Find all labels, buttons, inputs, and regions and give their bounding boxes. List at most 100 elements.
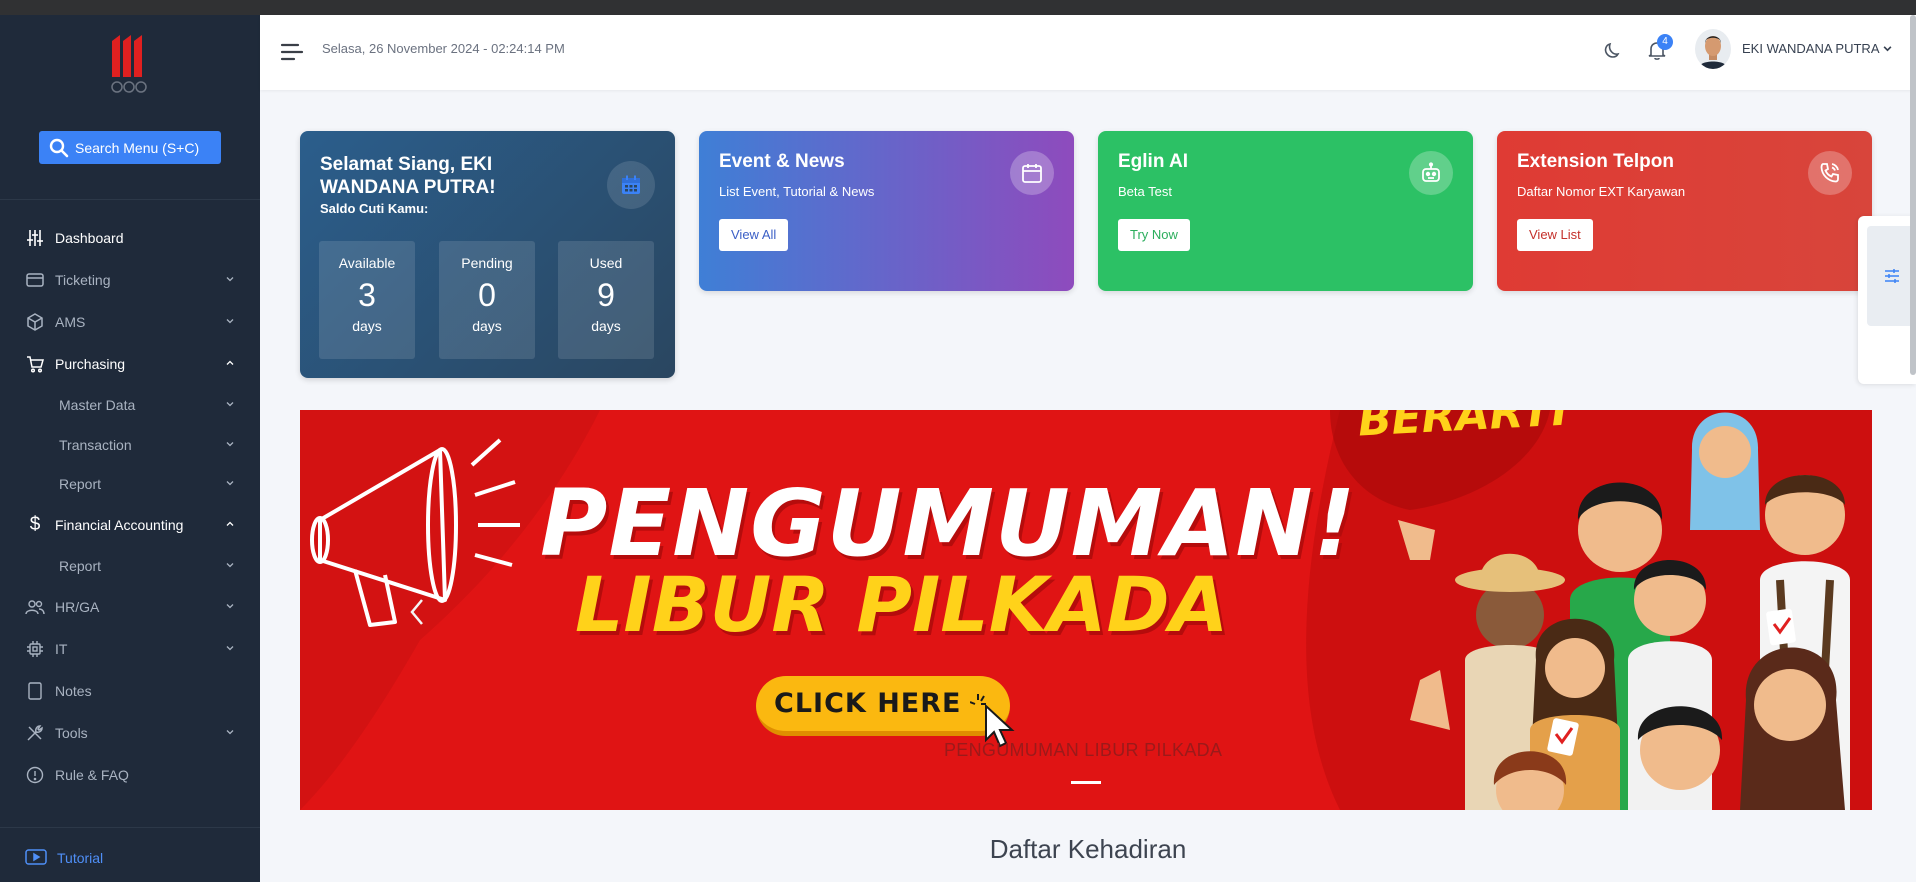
sidebar-item-tutorial[interactable]: Tutorial: [0, 843, 103, 873]
chevron-down-icon: [1884, 46, 1892, 52]
box-icon: [25, 312, 45, 332]
current-datetime: Selasa, 26 November 2024 - 02:24:14 PM: [322, 41, 565, 56]
sidebar-item-label: IT: [55, 641, 68, 657]
notification-count-badge: 4: [1657, 34, 1673, 50]
carousel-prev-icon[interactable]: [406, 594, 428, 630]
chevron-up-icon: [226, 360, 234, 365]
leave-stat-used: Used 9 days: [558, 241, 654, 359]
sidebar-item-label: Purchasing: [55, 356, 126, 372]
stat-value: 3: [358, 277, 376, 313]
banner-subline: LIBUR PILKADA: [575, 560, 1229, 649]
sidebar-item-label: Report: [59, 476, 102, 492]
sidebar-item-dashboard[interactable]: Dashboard: [0, 220, 260, 256]
sidebar-item-hr-ga[interactable]: HR/GA: [0, 589, 260, 625]
eglin-ai-card: Eglin AI Beta Test Try Now: [1098, 131, 1473, 291]
stat-label: Used: [589, 255, 623, 271]
leave-balance-label: Saldo Cuti Kamu:: [320, 201, 429, 216]
greeting-title: Selamat Siang, EKI WANDANA PUTRA!: [320, 154, 496, 198]
stat-label: Available: [338, 255, 396, 271]
info-icon: [25, 765, 45, 785]
stat-value: 0: [478, 277, 496, 313]
sidebar-item-label: Notes: [55, 683, 92, 699]
sidebar: Search Menu (S+C) Dashboard Ticketing AM…: [0, 15, 260, 882]
stat-label: Pending: [461, 255, 513, 271]
chevron-down-icon: [226, 481, 234, 486]
click-here-label: CLICK HERE: [774, 688, 962, 719]
avatar[interactable]: [1695, 29, 1731, 69]
robot-icon: [1409, 151, 1453, 195]
chevron-down-icon: [226, 604, 234, 609]
users-icon: [25, 597, 45, 617]
card-subtitle: Beta Test: [1118, 184, 1172, 199]
dark-mode-toggle-icon[interactable]: [1603, 41, 1623, 61]
sidebar-item-label: Tools: [55, 725, 88, 741]
phone-icon: [1808, 151, 1852, 195]
card-subtitle: Daftar Nomor EXT Karyawan: [1517, 184, 1686, 199]
cart-icon: [25, 354, 45, 374]
page-scrollbar[interactable]: [1910, 15, 1916, 375]
menu-toggle-icon[interactable]: [280, 42, 304, 62]
stat-unit: days: [591, 318, 621, 334]
sidebar-subitem-report[interactable]: Report: [0, 467, 260, 501]
card-icon: [25, 270, 45, 290]
chevron-down-icon: [226, 319, 234, 324]
note-icon: [25, 681, 45, 701]
sidebar-item-label: Dashboard: [55, 230, 124, 246]
search-icon: [49, 138, 69, 158]
sidebar-item-ticketing[interactable]: Ticketing: [0, 262, 260, 298]
sidebar-subitem-master-data[interactable]: Master Data: [0, 388, 260, 422]
chevron-down-icon: [226, 277, 234, 282]
calendar-icon: [1010, 151, 1054, 195]
try-now-button[interactable]: Try Now: [1118, 219, 1190, 251]
chevron-down-icon: [226, 442, 234, 447]
sidebar-item-notes[interactable]: Notes: [0, 673, 260, 709]
chevron-up-icon: [226, 521, 234, 526]
view-list-button[interactable]: View List: [1517, 219, 1593, 251]
sliders-icon: [25, 228, 45, 248]
leave-stat-pending: Pending 0 days: [439, 241, 535, 359]
sidebar-item-tools[interactable]: Tools: [0, 715, 260, 751]
carousel-indicator[interactable]: [1071, 781, 1101, 784]
settings-sliders-icon: [1867, 226, 1916, 326]
cpu-icon: [25, 639, 45, 659]
carousel-caption: PENGUMUMAN LIBUR PILKADA: [944, 740, 1223, 760]
sidebar-item-label: Transaction: [59, 437, 132, 453]
sidebar-item-financial-accounting[interactable]: $ Financial Accounting: [0, 507, 260, 543]
sidebar-item-label: HR/GA: [55, 599, 100, 615]
sidebar-item-label: Report: [59, 558, 102, 574]
card-title: Eglin AI: [1118, 151, 1189, 172]
company-logo[interactable]: [108, 33, 150, 95]
chevron-down-icon: [226, 646, 234, 651]
leave-stat-available: Available 3 days: [319, 241, 415, 359]
sidebar-item-ams[interactable]: AMS: [0, 304, 260, 340]
calendar-icon: [607, 161, 655, 209]
top-header: Selasa, 26 November 2024 - 02:24:14 PM 4…: [260, 15, 1916, 90]
attendance-section-title: Daftar Kehadiran: [989, 834, 1187, 864]
view-all-button[interactable]: View All: [719, 219, 789, 251]
card-title: Event & News: [719, 151, 845, 172]
chevron-down-icon: [226, 730, 234, 735]
sidebar-item-rule-faq[interactable]: Rule & FAQ: [0, 757, 260, 793]
stat-unit: days: [472, 318, 502, 334]
event-news-card: Event & News List Event, Tutorial & News…: [699, 131, 1074, 291]
sidebar-subitem-transaction[interactable]: Transaction: [0, 428, 260, 462]
video-icon: [25, 848, 47, 868]
sidebar-item-label: Ticketing: [55, 272, 111, 288]
announcement-carousel[interactable]: BERARTI PENGUMUMAN! LIBUR PILKADA CLICK …: [300, 410, 1872, 810]
stat-unit: days: [352, 318, 382, 334]
search-menu-label: Search Menu (S+C): [75, 139, 200, 156]
sidebar-item-purchasing[interactable]: Purchasing: [0, 346, 260, 382]
search-menu-button[interactable]: Search Menu (S+C): [39, 131, 221, 164]
sidebar-subitem-fa-report[interactable]: Report: [0, 549, 260, 583]
sidebar-item-label: Rule & FAQ: [55, 767, 129, 783]
settings-panel-tab[interactable]: [1858, 216, 1916, 384]
extension-telpon-card: Extension Telpon Daftar Nomor EXT Karyaw…: [1497, 131, 1872, 291]
tools-icon: [25, 723, 45, 743]
leave-balance-card: Selamat Siang, EKI WANDANA PUTRA! Saldo …: [300, 131, 675, 378]
window-top-strip: [0, 0, 1916, 15]
user-menu[interactable]: EKI WANDANA PUTRA: [1742, 41, 1892, 56]
sidebar-divider: [0, 199, 260, 200]
sidebar-item-it[interactable]: IT: [0, 631, 260, 667]
sidebar-item-label: Financial Accounting: [55, 517, 184, 533]
chevron-down-icon: [226, 402, 234, 407]
